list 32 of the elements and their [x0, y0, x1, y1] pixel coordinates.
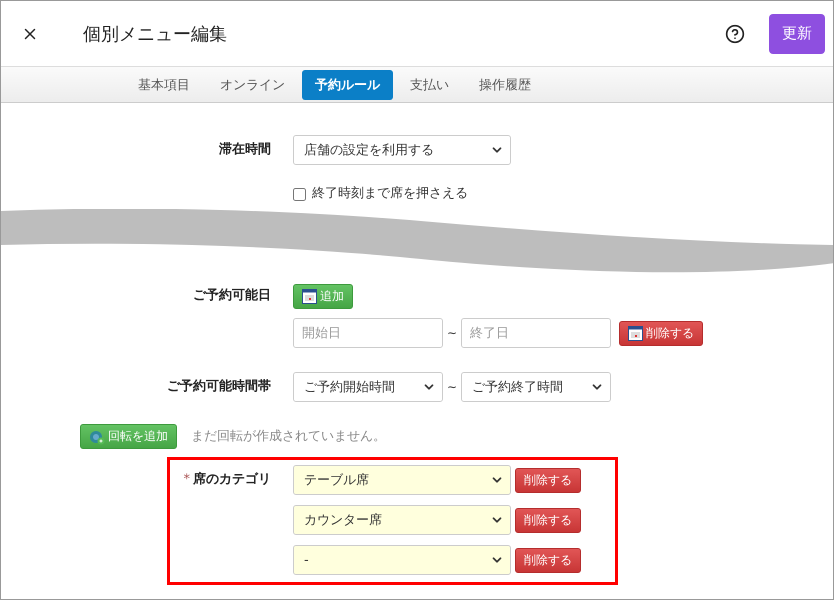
update-button[interactable]: 更新	[769, 14, 825, 54]
end-date-field[interactable]: 終了日	[461, 318, 612, 348]
field-label: 滞在時間	[218, 141, 271, 159]
select-field[interactable]: 店舗の設定を利用する	[293, 135, 511, 165]
tab[interactable]: 支払い	[397, 70, 462, 100]
tab[interactable]: オンライン	[207, 70, 298, 100]
field-label: ご予約可能時間帯	[166, 378, 271, 396]
delete-button[interactable]: 削除する	[515, 468, 581, 492]
window-title: 個別メニュー編集	[83, 22, 228, 46]
delete-button[interactable]: 削除する	[515, 548, 581, 572]
start-date-field[interactable]: 開始日	[293, 318, 443, 348]
select-field[interactable]: ご予約開始時間	[293, 372, 443, 402]
select-field[interactable]: ご予約終了時間	[461, 372, 612, 402]
select-field[interactable]: -	[293, 545, 511, 575]
select-field[interactable]: カウンター席	[293, 505, 511, 535]
calendar-icon	[302, 289, 317, 304]
tab[interactable]: 予約ルール	[302, 70, 393, 100]
field-label: * 席のカテゴリ	[182, 470, 271, 489]
select-field[interactable]: テーブル席	[293, 465, 511, 495]
range-separator: ~	[447, 380, 458, 394]
checkbox[interactable]	[293, 188, 306, 200]
tab[interactable]: 操作履歴	[466, 70, 544, 100]
help-button[interactable]	[725, 24, 745, 44]
delete-button[interactable]: 削除する	[515, 508, 581, 532]
empty-message: まだ回転が作成されていません。	[191, 428, 387, 446]
delete-button[interactable]: 削除する	[619, 320, 704, 346]
rotate-add-icon	[89, 428, 105, 444]
tab[interactable]: 基本項目	[125, 70, 203, 100]
calendar-icon	[628, 326, 644, 340]
checkbox-label: 終了時刻まで席を押さえる	[312, 185, 468, 203]
range-separator: ~	[447, 326, 458, 340]
field-label: ご予約可能日	[192, 287, 271, 305]
